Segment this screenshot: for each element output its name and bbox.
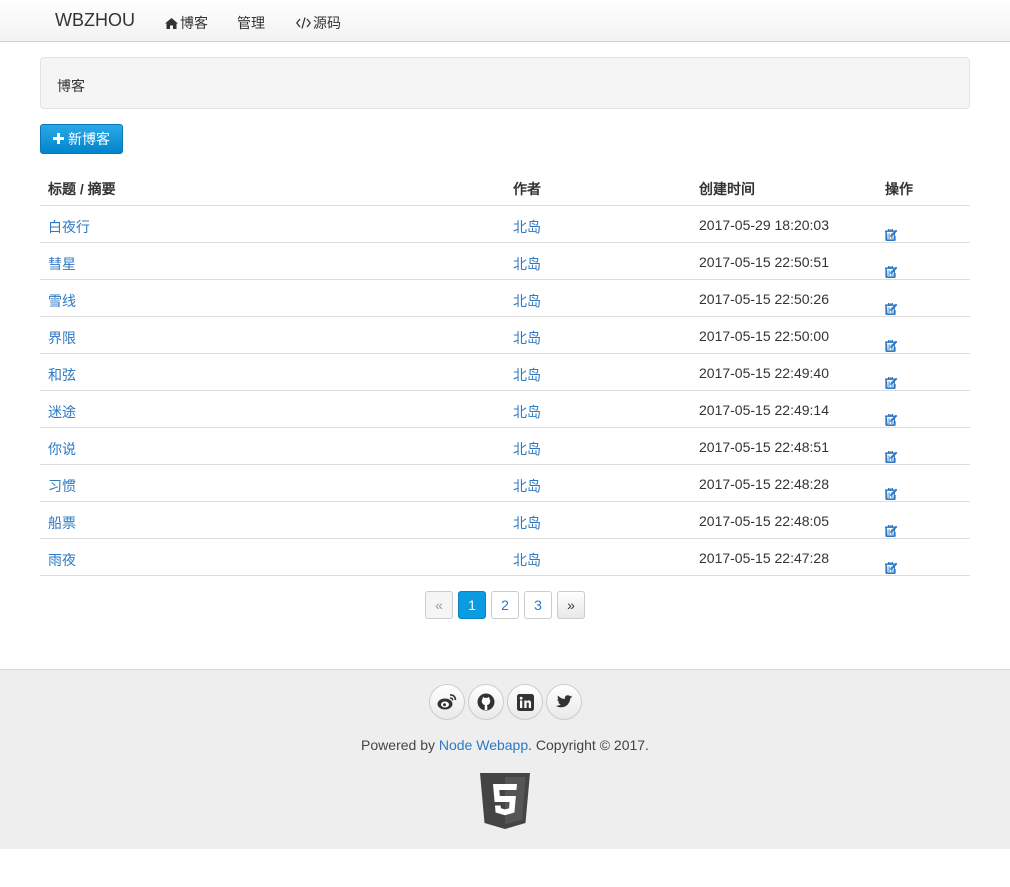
page-title: 博客 bbox=[57, 78, 85, 94]
trash-icon[interactable] bbox=[885, 451, 896, 463]
table-row: 和弦 北岛 2017-05-15 22:49:40 bbox=[40, 354, 970, 391]
header-actions: 操作 bbox=[885, 181, 913, 197]
pagination-prev[interactable]: « bbox=[425, 591, 453, 619]
plus-icon bbox=[53, 131, 64, 147]
author-link[interactable]: 北岛 bbox=[513, 550, 541, 570]
header-title: 标题 / 摘要 bbox=[48, 181, 116, 197]
powered-prefix: Powered by bbox=[361, 737, 439, 753]
created-time: 2017-05-15 22:50:26 bbox=[699, 291, 829, 307]
brand-link[interactable]: WBZHOU bbox=[55, 10, 135, 31]
github-icon[interactable] bbox=[468, 684, 504, 720]
author-link[interactable]: 北岛 bbox=[513, 365, 541, 385]
powered-by-text: Powered by Node Webapp. Copyright © 2017… bbox=[0, 737, 1010, 753]
post-title-link[interactable]: 你说 bbox=[48, 439, 76, 459]
author-link[interactable]: 北岛 bbox=[513, 439, 541, 459]
post-title-link[interactable]: 和弦 bbox=[48, 365, 76, 385]
trash-icon[interactable] bbox=[885, 340, 896, 352]
nav-item-manage-label: 管理 bbox=[237, 15, 265, 31]
trash-icon[interactable] bbox=[885, 488, 896, 500]
post-title-link[interactable]: 彗星 bbox=[48, 254, 76, 274]
created-time: 2017-05-15 22:48:51 bbox=[699, 439, 829, 455]
weibo-icon[interactable] bbox=[429, 684, 465, 720]
copyright-text: . Copyright © 2017. bbox=[528, 737, 649, 753]
post-title-link[interactable]: 船票 bbox=[48, 513, 76, 533]
nav-item-source-label: 源码 bbox=[313, 15, 341, 31]
pagination-page-3[interactable]: 3 bbox=[524, 591, 552, 619]
post-title-link[interactable]: 雪线 bbox=[48, 291, 76, 311]
trash-icon[interactable] bbox=[885, 525, 896, 537]
created-time: 2017-05-15 22:47:28 bbox=[699, 550, 829, 566]
created-time: 2017-05-15 22:50:51 bbox=[699, 254, 829, 270]
trash-icon[interactable] bbox=[885, 377, 896, 389]
pagination-page-2[interactable]: 2 bbox=[491, 591, 519, 619]
trash-icon[interactable] bbox=[885, 266, 896, 278]
trash-icon[interactable] bbox=[885, 562, 896, 574]
table-row: 习惯 北岛 2017-05-15 22:48:28 bbox=[40, 465, 970, 502]
created-time: 2017-05-15 22:50:00 bbox=[699, 328, 829, 344]
author-link[interactable]: 北岛 bbox=[513, 217, 541, 237]
node-webapp-link[interactable]: Node Webapp bbox=[439, 737, 528, 753]
post-title-link[interactable]: 界限 bbox=[48, 328, 76, 348]
new-blog-button[interactable]: 新博客 bbox=[40, 124, 123, 154]
author-link[interactable]: 北岛 bbox=[513, 476, 541, 496]
table-row: 你说 北岛 2017-05-15 22:48:51 bbox=[40, 428, 970, 465]
table-row: 界限 北岛 2017-05-15 22:50:00 bbox=[40, 317, 970, 354]
created-time: 2017-05-15 22:48:05 bbox=[699, 513, 829, 529]
created-time: 2017-05-29 18:20:03 bbox=[699, 217, 829, 233]
home-icon bbox=[165, 17, 178, 29]
trash-icon[interactable] bbox=[885, 414, 896, 426]
pagination-page-1[interactable]: 1 bbox=[458, 591, 486, 619]
table-row: 白夜行 北岛 2017-05-29 18:20:03 bbox=[40, 206, 970, 243]
created-time: 2017-05-15 22:49:40 bbox=[699, 365, 829, 381]
author-link[interactable]: 北岛 bbox=[513, 254, 541, 274]
code-icon bbox=[296, 17, 311, 29]
table-row: 雨夜 北岛 2017-05-15 22:47:28 bbox=[40, 539, 970, 576]
table-row: 船票 北岛 2017-05-15 22:48:05 bbox=[40, 502, 970, 539]
linkedin-icon[interactable] bbox=[507, 684, 543, 720]
nav-item-manage[interactable]: 管理 bbox=[237, 13, 265, 33]
new-blog-label: 新博客 bbox=[68, 131, 110, 147]
table-row: 迷途 北岛 2017-05-15 22:49:14 bbox=[40, 391, 970, 428]
trash-icon[interactable] bbox=[885, 229, 896, 241]
post-title-link[interactable]: 白夜行 bbox=[48, 217, 90, 237]
author-link[interactable]: 北岛 bbox=[513, 291, 541, 311]
pagination-next[interactable]: » bbox=[557, 591, 585, 619]
created-time: 2017-05-15 22:48:28 bbox=[699, 476, 829, 492]
twitter-icon[interactable] bbox=[546, 684, 582, 720]
post-title-link[interactable]: 雨夜 bbox=[48, 550, 76, 570]
html5-icon bbox=[480, 773, 530, 833]
author-link[interactable]: 北岛 bbox=[513, 513, 541, 533]
created-time: 2017-05-15 22:49:14 bbox=[699, 402, 829, 418]
trash-icon[interactable] bbox=[885, 303, 896, 315]
table-row: 彗星 北岛 2017-05-15 22:50:51 bbox=[40, 243, 970, 280]
nav-item-blog-label: 博客 bbox=[180, 15, 208, 31]
table-header: 标题 / 摘要 作者 创建时间 操作 bbox=[40, 168, 970, 206]
post-title-link[interactable]: 习惯 bbox=[48, 476, 76, 496]
blog-table: 标题 / 摘要 作者 创建时间 操作 白夜行 北岛 2017-05-29 18:20… bbox=[40, 168, 970, 576]
header-author: 作者 bbox=[513, 181, 541, 197]
author-link[interactable]: 北岛 bbox=[513, 402, 541, 422]
navbar: WBZHOU 博客 管理 源码 bbox=[0, 0, 1010, 42]
author-link[interactable]: 北岛 bbox=[513, 328, 541, 348]
table-row: 雪线 北岛 2017-05-15 22:50:26 bbox=[40, 280, 970, 317]
page-header-panel: 博客 bbox=[40, 57, 970, 109]
nav-item-source[interactable]: 源码 bbox=[296, 13, 341, 33]
nav-item-blog[interactable]: 博客 bbox=[165, 13, 208, 33]
post-title-link[interactable]: 迷途 bbox=[48, 402, 76, 422]
header-created: 创建时间 bbox=[699, 181, 755, 197]
